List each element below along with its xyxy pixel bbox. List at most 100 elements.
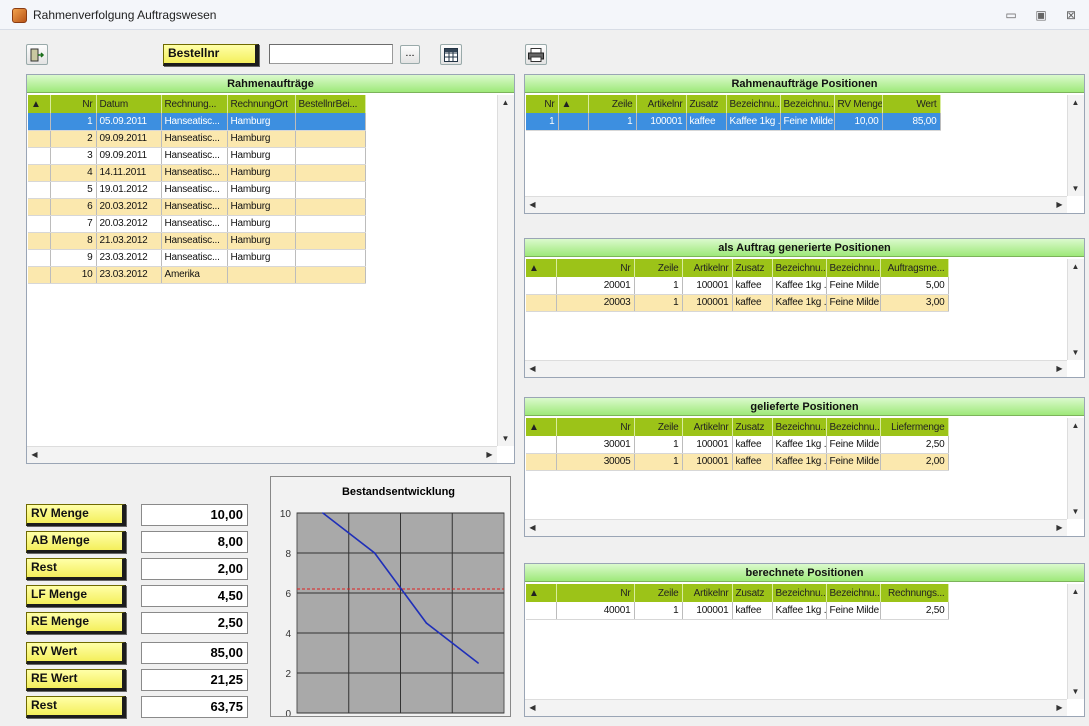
print-button[interactable] [525, 44, 547, 65]
column-header[interactable]: Bezeichnu... [826, 259, 881, 277]
scroll-up-arrow[interactable]: ▲ [1068, 95, 1083, 110]
column-header[interactable]: Zusatz [686, 95, 727, 113]
scroll-up-arrow[interactable]: ▲ [498, 95, 513, 110]
column-header[interactable]: Nr [556, 259, 635, 277]
positions-table: Nr ▲ Zeile Artikelnr Zusatz Bezeichnu... Bezei… [526, 95, 941, 131]
scroll-down-arrow[interactable]: ▼ [1068, 345, 1083, 360]
table-row[interactable]: 7 20.03.2012 Hanseatisc... Hamburg [28, 215, 366, 233]
column-header[interactable]: ▲ [526, 418, 557, 436]
column-header[interactable]: ▲ [526, 259, 557, 277]
column-header[interactable]: Bezeichnu... [826, 584, 881, 602]
column-header[interactable]: Bezeichnu... [772, 259, 827, 277]
scroll-right-arrow[interactable]: ▶ [1052, 520, 1067, 535]
column-header[interactable]: Artikelnr [636, 95, 687, 113]
column-header[interactable]: Zeile [634, 259, 683, 277]
hscrollbar[interactable]: ◀ ▶ [525, 360, 1067, 377]
browse-button[interactable]: ... [400, 45, 420, 64]
order-number-input[interactable] [269, 44, 393, 64]
col-nr[interactable]: Nr [50, 95, 97, 113]
column-header[interactable]: Artikelnr [682, 259, 733, 277]
scroll-left-arrow[interactable]: ◀ [525, 520, 540, 535]
table-row[interactable]: 20001 1 100001 kaffee Kaffee 1kg ... Feine Mi… [526, 277, 949, 295]
scroll-left-arrow[interactable]: ◀ [525, 361, 540, 376]
col-datum[interactable]: Datum [96, 95, 162, 113]
column-header[interactable]: Artikelnr [682, 584, 733, 602]
column-header[interactable]: RV Menge [834, 95, 883, 113]
summary-value: 10,00 [141, 504, 248, 526]
table-row[interactable]: 10 23.03.2012 Amerika [28, 266, 366, 284]
table-row[interactable]: 1 05.09.2011 Hanseatisc... Hamburg [28, 113, 366, 131]
column-header[interactable]: Zeile [634, 418, 683, 436]
table-row[interactable]: 6 20.03.2012 Hanseatisc... Hamburg [28, 198, 366, 216]
column-header[interactable]: Bezeichnu... [726, 95, 781, 113]
scroll-down-arrow[interactable]: ▼ [1068, 684, 1083, 699]
window-title: Rahmenverfolgung Auftragswesen [33, 8, 217, 22]
column-header[interactable]: Zusatz [732, 259, 773, 277]
column-header[interactable]: Bezeichnu... [772, 584, 827, 602]
rahmen-hscrollbar[interactable]: ◀ ▶ [27, 446, 497, 463]
scroll-down-arrow[interactable]: ▼ [1068, 504, 1083, 519]
scroll-down-arrow[interactable]: ▼ [1068, 181, 1083, 196]
col-sort-icon[interactable]: ▲ [28, 95, 51, 113]
table-row[interactable]: 4 14.11.2011 Hanseatisc... Hamburg [28, 164, 366, 182]
close-button[interactable]: ⊠ [1058, 6, 1084, 24]
scroll-right-arrow[interactable]: ▶ [1052, 700, 1067, 715]
scroll-left-arrow[interactable]: ◀ [525, 197, 540, 212]
column-header[interactable]: Zeile [588, 95, 637, 113]
table-row[interactable]: 9 23.03.2012 Hanseatisc... Hamburg [28, 249, 366, 267]
table-row[interactable]: 30005 1 100001 kaffee Kaffee 1kg ... Feine Mi… [526, 453, 949, 471]
scroll-right-arrow[interactable]: ▶ [1052, 197, 1067, 212]
column-header[interactable]: Zusatz [732, 584, 773, 602]
table-cell: 2,00 [880, 453, 949, 471]
scroll-down-arrow[interactable]: ▼ [498, 431, 513, 446]
scroll-left-arrow[interactable]: ◀ [27, 447, 42, 462]
column-header[interactable]: Bezeichnu... [780, 95, 835, 113]
table-row[interactable]: 8 21.03.2012 Hanseatisc... Hamburg [28, 232, 366, 250]
table-cell: 30005 [556, 453, 635, 471]
scroll-up-arrow[interactable]: ▲ [1068, 418, 1083, 433]
column-header[interactable]: Bezeichnu... [772, 418, 827, 436]
col-rechnung[interactable]: Rechnung... [161, 95, 228, 113]
col-rechnungort[interactable]: RechnungOrt [227, 95, 296, 113]
vscrollbar[interactable]: ▲ ▼ [1067, 259, 1084, 360]
table-row[interactable]: 3 09.09.2011 Hanseatisc... Hamburg [28, 147, 366, 165]
scroll-right-arrow[interactable]: ▶ [482, 447, 497, 462]
column-header[interactable]: Liefermenge [880, 418, 949, 436]
hscrollbar[interactable]: ◀ ▶ [525, 196, 1067, 213]
row-indicator [28, 147, 51, 165]
hscrollbar[interactable]: ◀ ▶ [525, 699, 1067, 716]
table-cell: Hamburg [227, 232, 296, 250]
column-header[interactable]: Auftragsme... [880, 259, 949, 277]
column-header[interactable]: Artikelnr [682, 418, 733, 436]
column-header[interactable]: Zusatz [732, 418, 773, 436]
minimize-button[interactable]: ▭ [998, 6, 1024, 24]
exit-button[interactable] [26, 44, 48, 65]
scroll-up-arrow[interactable]: ▲ [1068, 584, 1083, 599]
hscrollbar[interactable]: ◀ ▶ [525, 519, 1067, 536]
vscrollbar[interactable]: ▲ ▼ [1067, 584, 1084, 699]
vscrollbar[interactable]: ▲ ▼ [1067, 418, 1084, 519]
scroll-up-arrow[interactable]: ▲ [1068, 259, 1083, 274]
scroll-left-arrow[interactable]: ◀ [525, 700, 540, 715]
column-header[interactable]: Nr [526, 95, 559, 113]
table-row[interactable]: 30001 1 100001 kaffee Kaffee 1kg ... Feine Mi… [526, 436, 949, 454]
column-header[interactable]: ▲ [558, 95, 589, 113]
column-header[interactable]: Bezeichnu... [826, 418, 881, 436]
table-row[interactable]: 2 09.09.2011 Hanseatisc... Hamburg [28, 130, 366, 148]
column-header[interactable]: ▲ [526, 584, 557, 602]
vscrollbar[interactable]: ▲ ▼ [1067, 95, 1084, 196]
rahmen-vscrollbar[interactable]: ▲ ▼ [497, 95, 514, 446]
column-header[interactable]: Nr [556, 584, 635, 602]
table-row[interactable]: 40001 1 100001 kaffee Kaffee 1kg ... Feine Mi… [526, 602, 949, 620]
column-header[interactable]: Rechnungs... [880, 584, 949, 602]
scroll-right-arrow[interactable]: ▶ [1052, 361, 1067, 376]
maximize-button[interactable]: ▣ [1028, 6, 1054, 24]
col-bestellnr[interactable]: BestellnrBei... [295, 95, 366, 113]
grid-button[interactable] [440, 44, 462, 65]
column-header[interactable]: Nr [556, 418, 635, 436]
column-header[interactable]: Zeile [634, 584, 683, 602]
table-row[interactable]: 1 1 100001 kaffee Kaffee 1kg ... Feine Milde 1… [526, 113, 941, 131]
table-row[interactable]: 20003 1 100001 kaffee Kaffee 1kg ... Feine Mi… [526, 294, 949, 312]
column-header[interactable]: Wert [882, 95, 941, 113]
table-row[interactable]: 5 19.01.2012 Hanseatisc... Hamburg [28, 181, 366, 199]
